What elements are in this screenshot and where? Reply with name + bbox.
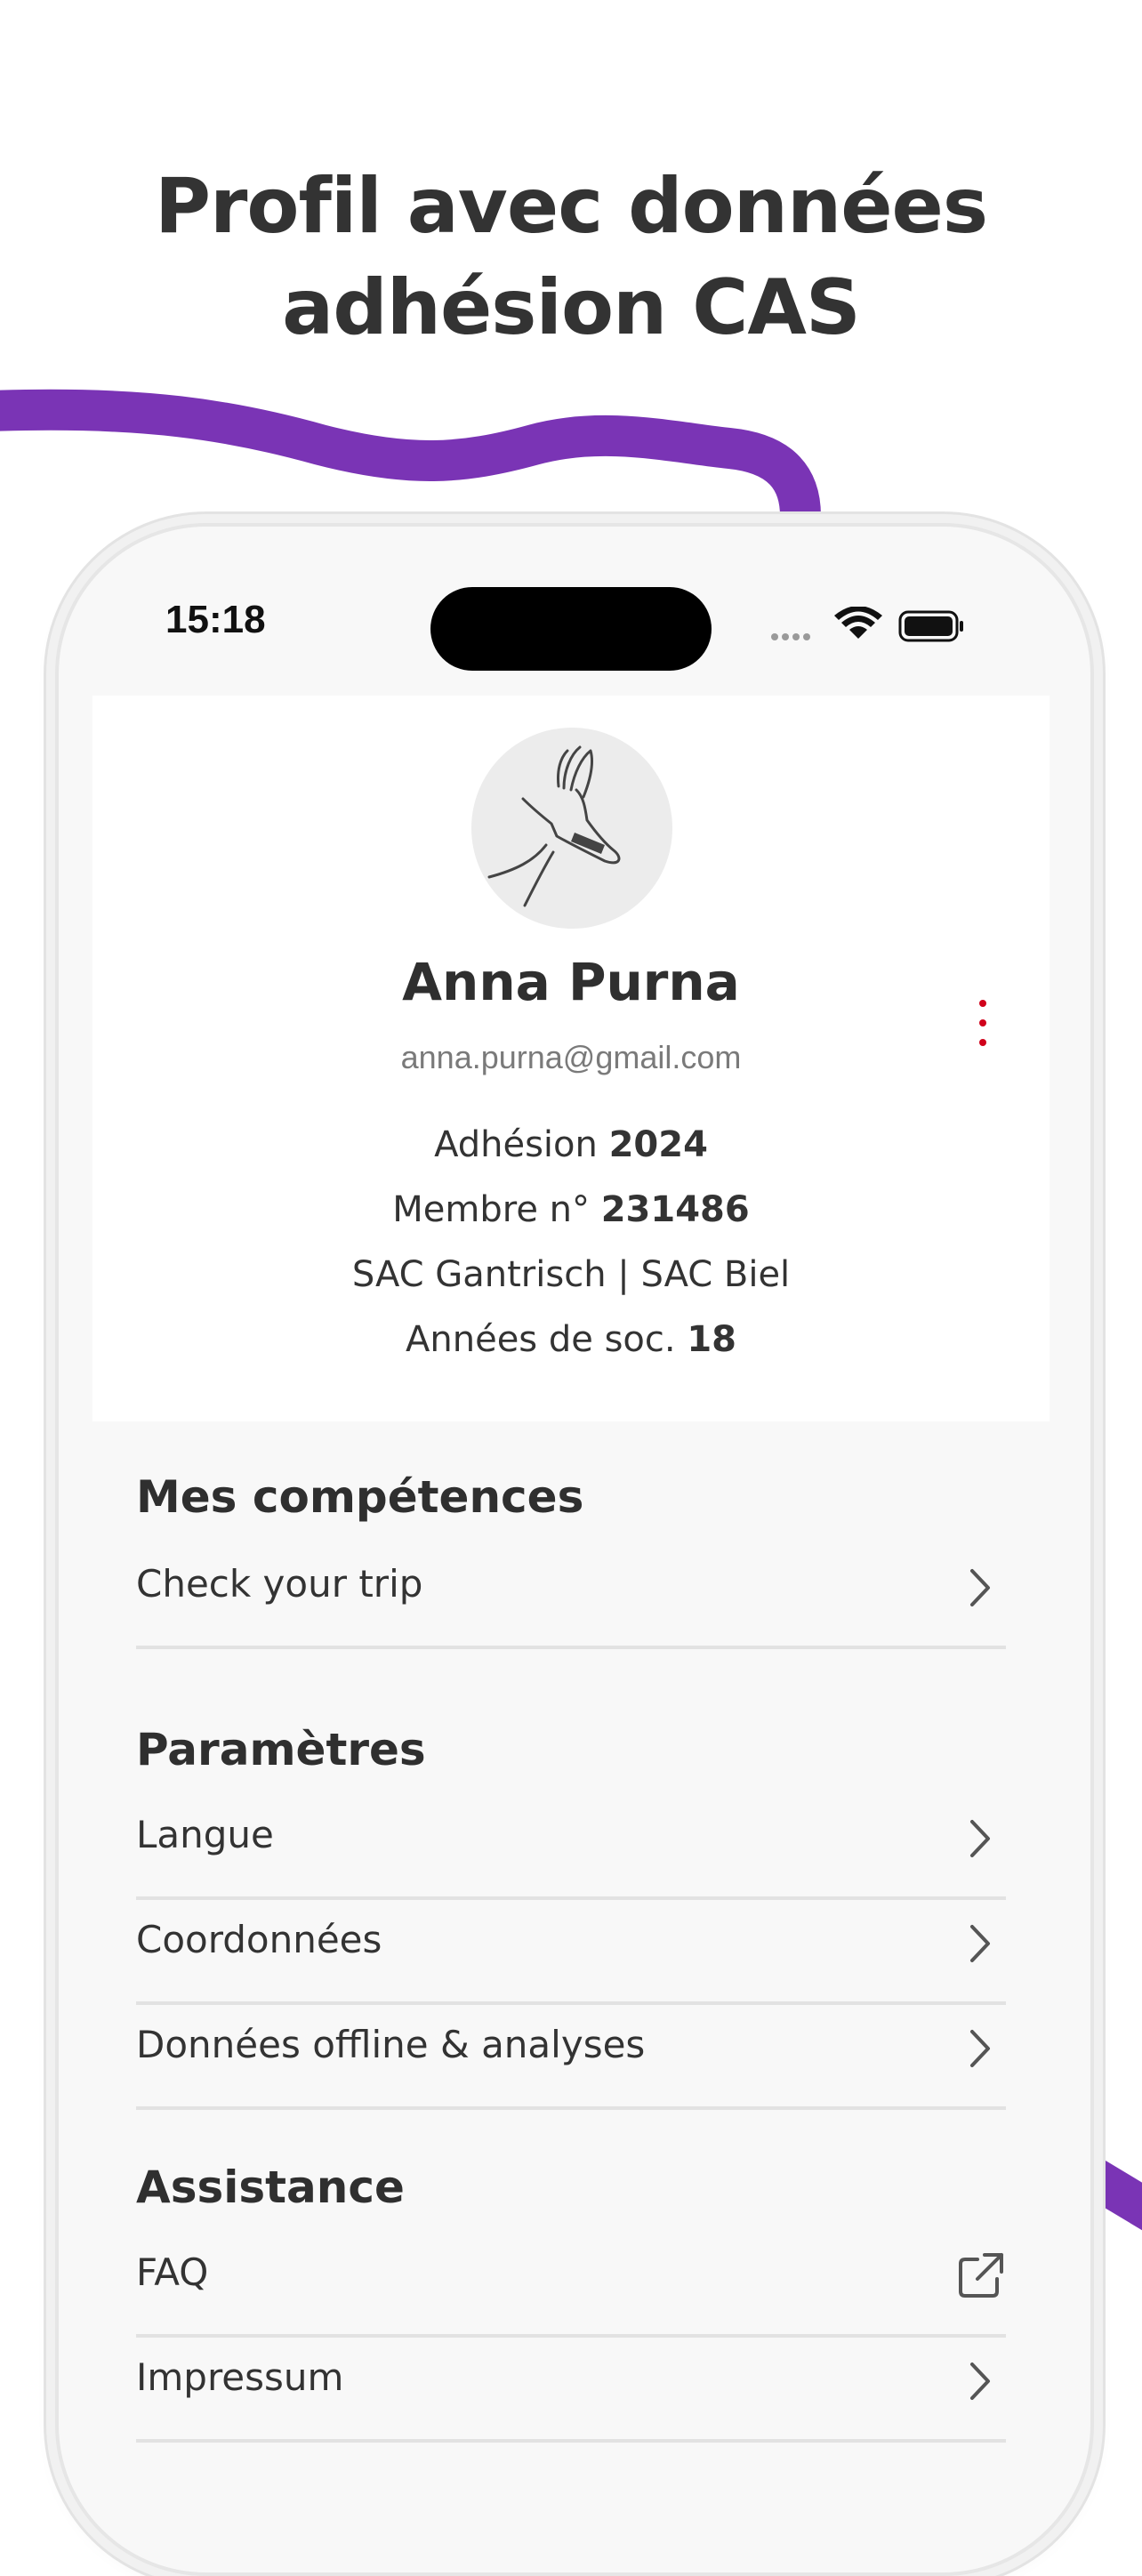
status-icons (770, 606, 975, 649)
member-number: 231486 (600, 1189, 750, 1230)
wifi-icon (834, 606, 882, 639)
menu-item-label: Check your trip (136, 1562, 423, 1606)
chevron-right-icon (970, 2363, 990, 2400)
membership-year: 2024 (608, 1124, 708, 1165)
kebab-menu-icon[interactable] (969, 1000, 996, 1046)
menu-item-label: FAQ (136, 2250, 209, 2294)
chevron-right-icon (970, 1569, 990, 1606)
menu-item-langue[interactable]: Langue (136, 1797, 1006, 1900)
menu-item-label: Impressum (136, 2355, 344, 2399)
member-number-line: Membre n° 231486 (92, 1189, 1050, 1230)
menu-item-donnees-offline[interactable]: Données offline & analyses (136, 2007, 1006, 2110)
section-title-competences: Mes compétences (136, 1471, 584, 1523)
status-time: 15:18 (165, 598, 266, 641)
menu-item-faq[interactable]: FAQ (136, 2234, 1006, 2338)
menu-item-label: Langue (136, 1813, 274, 1856)
chevron-right-icon (970, 2030, 990, 2067)
menu-item-label: Coordonnées (136, 1918, 382, 1961)
menu-item-coordonnees[interactable]: Coordonnées (136, 1902, 1006, 2005)
section-title-assistance: Assistance (136, 2161, 405, 2213)
dynamic-island (430, 587, 712, 671)
cellular-dots-icon (771, 633, 810, 640)
profile-email: anna.purna@gmail.com (400, 1039, 742, 1075)
sections-line: SAC Gantrisch | SAC Biel (351, 1254, 791, 1295)
member-number-label: Membre n° (392, 1189, 590, 1230)
battery-icon (898, 610, 963, 642)
menu-item-label: Données offline & analyses (136, 2023, 646, 2066)
chevron-right-icon (970, 1925, 990, 1962)
membership-label: Adhésion (434, 1124, 598, 1165)
page-headline: Profil avec données adhésion CAS (0, 156, 1142, 358)
ibex-icon (487, 745, 621, 907)
profile-name: Anna Purna (402, 952, 740, 1012)
status-icon-group (771, 606, 963, 642)
headline-line-1: Profil avec données (154, 162, 988, 251)
years-value: 18 (687, 1319, 736, 1360)
menu-item-impressum[interactable]: Impressum (136, 2339, 1006, 2443)
section-title-parametres: Paramètres (136, 1724, 426, 1775)
ibex-avatar (471, 728, 672, 929)
membership-line: Adhésion 2024 (92, 1124, 1050, 1165)
menu-item-check-your-trip[interactable]: Check your trip (136, 1546, 1006, 1649)
years-label: Années de soc. (406, 1319, 676, 1360)
headline-line-2: adhésion CAS (282, 263, 861, 352)
external-link-icon (959, 2253, 1003, 2298)
chevron-right-icon (970, 1820, 990, 1857)
years-line: Années de soc. 18 (92, 1319, 1050, 1360)
